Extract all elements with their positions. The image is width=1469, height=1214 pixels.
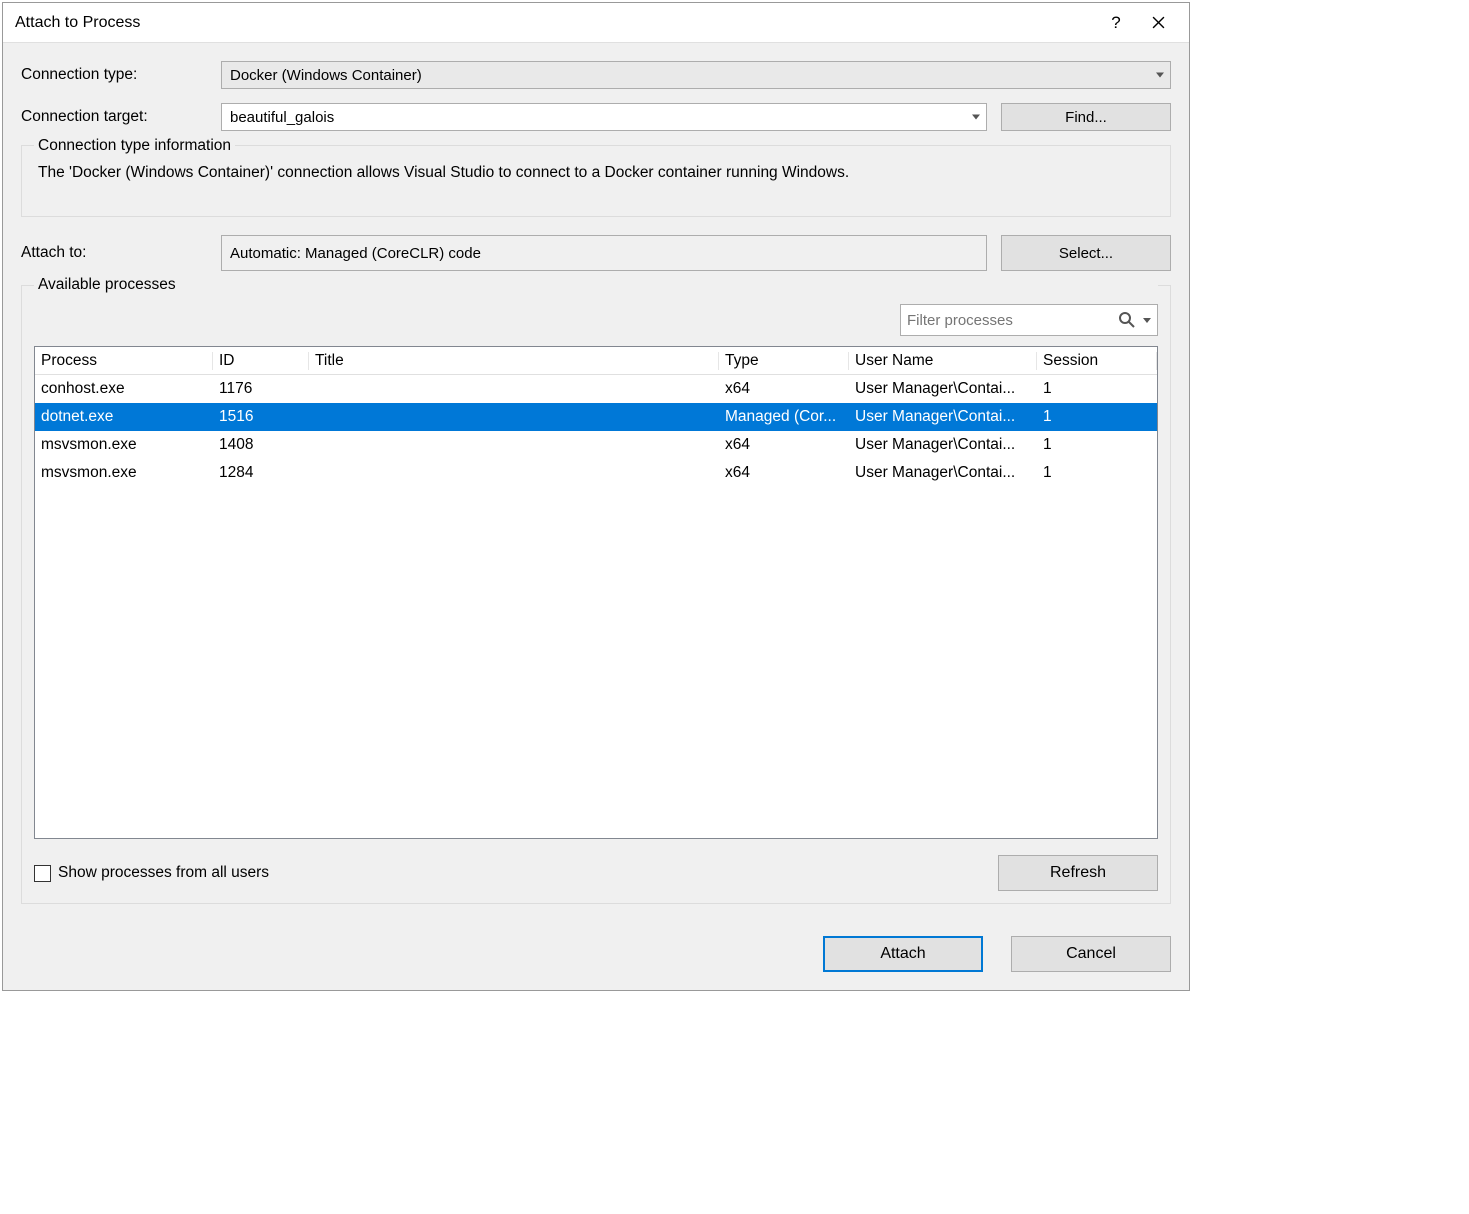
chevron-down-icon [1156,73,1164,78]
connection-type-combo[interactable]: Docker (Windows Container) [221,61,1171,89]
connection-type-value: Docker (Windows Container) [230,67,422,84]
refresh-button[interactable]: Refresh [998,855,1158,891]
cell: 1176 [213,380,309,398]
cell: x64 [719,436,849,454]
filter-processes-box[interactable] [900,304,1158,336]
titlebar: Attach to Process ? [3,3,1189,43]
connection-target-combo[interactable]: beautiful_galois [221,103,987,131]
cell: 1 [1037,380,1157,398]
available-processes-group: Available processes Process ID Title Typ [21,285,1171,904]
col-user[interactable]: User Name [849,352,1037,370]
search-icon [1118,311,1136,329]
attach-to-value-box: Automatic: Managed (CoreCLR) code [221,235,987,271]
cell: msvsmon.exe [35,464,213,482]
cell: conhost.exe [35,380,213,398]
attach-to-value: Automatic: Managed (CoreCLR) code [230,245,481,262]
connection-info-group: Connection type information The 'Docker … [21,145,1171,217]
connection-info-legend: Connection type information [34,137,235,155]
connection-target-value: beautiful_galois [230,109,334,126]
help-icon[interactable]: ? [1095,7,1137,39]
connection-info-body: The 'Docker (Windows Container)' connect… [34,164,1158,206]
attach-button[interactable]: Attach [823,936,983,972]
select-button[interactable]: Select... [1001,235,1171,271]
close-icon[interactable] [1137,7,1179,39]
table-row[interactable]: msvsmon.exe1408 x64User Manager\Contai...… [35,431,1157,459]
cell: 1284 [213,464,309,482]
cell: msvsmon.exe [35,436,213,454]
table-row[interactable]: conhost.exe1176 x64User Manager\Contai...… [35,375,1157,403]
cell: 1 [1037,436,1157,454]
connection-type-label: Connection type: [21,66,221,84]
connection-target-label: Connection target: [21,108,221,126]
attach-to-process-dialog: Attach to Process ? Connection type: Doc… [2,2,1190,991]
show-all-users-label: Show processes from all users [58,864,269,882]
cell: 1516 [213,408,309,426]
col-id[interactable]: ID [213,352,309,370]
cell: Managed (Cor... [719,408,849,426]
chevron-down-icon[interactable] [1143,318,1151,323]
cell: x64 [719,464,849,482]
table-row[interactable]: dotnet.exe1516 Managed (Cor...User Manage… [35,403,1157,431]
cell: 1 [1037,408,1157,426]
cell: 1408 [213,436,309,454]
cell: User Manager\Contai... [849,380,1037,398]
cell: dotnet.exe [35,408,213,426]
available-processes-legend: Available processes [34,276,1158,294]
dialog-title: Attach to Process [15,14,1095,32]
cell: User Manager\Contai... [849,436,1037,454]
col-title[interactable]: Title [309,352,719,370]
find-button[interactable]: Find... [1001,103,1171,131]
grid-header[interactable]: Process ID Title Type User Name Session [35,347,1157,375]
process-grid[interactable]: Process ID Title Type User Name Session … [34,346,1158,839]
chevron-down-icon [972,115,980,120]
col-session[interactable]: Session [1037,352,1157,370]
grid-body: conhost.exe1176x64User Manager\Contai...… [35,375,1157,838]
col-type[interactable]: Type [719,352,849,370]
cell: x64 [719,380,849,398]
cancel-button[interactable]: Cancel [1011,936,1171,972]
cell: User Manager\Contai... [849,464,1037,482]
col-process[interactable]: Process [35,352,213,370]
attach-to-label: Attach to: [21,244,221,262]
cell: User Manager\Contai... [849,408,1037,426]
cell: 1 [1037,464,1157,482]
show-all-users-checkbox[interactable] [34,865,51,882]
table-row[interactable]: msvsmon.exe1284 x64User Manager\Contai...… [35,459,1157,487]
filter-processes-input[interactable] [907,312,1118,329]
